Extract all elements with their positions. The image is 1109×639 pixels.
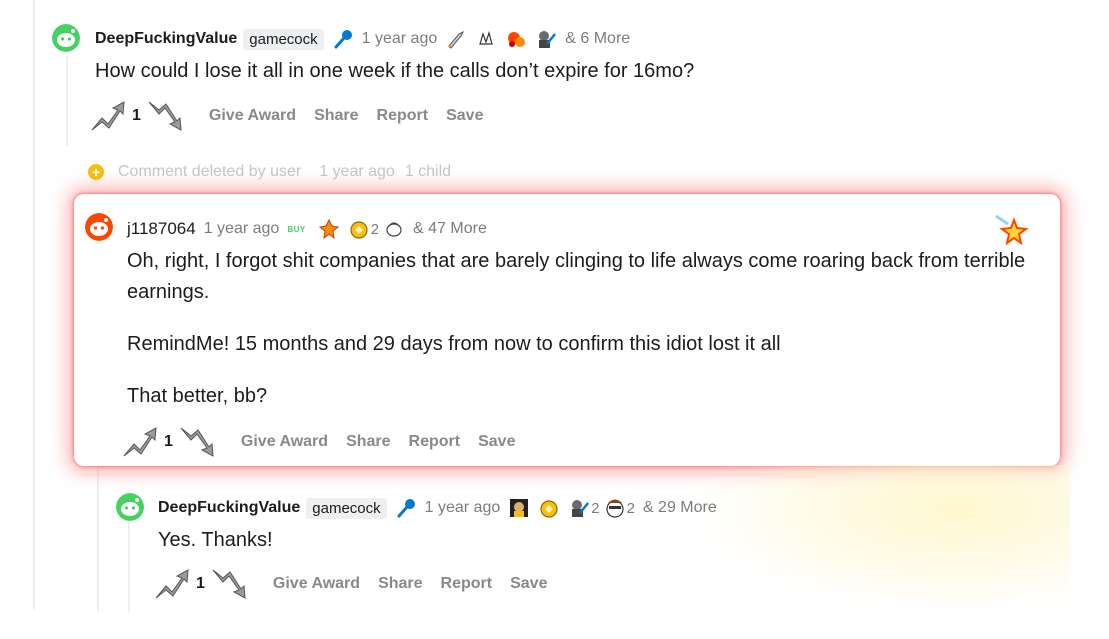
downvote-icon[interactable]	[177, 422, 217, 462]
avatar[interactable]	[52, 24, 80, 52]
silver-award-icon[interactable]	[383, 218, 405, 240]
clap-award-icon[interactable]	[475, 28, 497, 50]
save-button[interactable]: Save	[446, 107, 483, 125]
rocket-like-award-icon[interactable]	[505, 28, 527, 50]
timestamp[interactable]: 1 year ago	[425, 499, 501, 517]
gold-award-icon[interactable]	[348, 218, 370, 240]
report-button[interactable]: Report	[441, 575, 493, 593]
report-button[interactable]: Report	[409, 433, 461, 451]
vote-count: 1	[132, 107, 141, 124]
deleted-label: Comment deleted by user	[118, 163, 302, 180]
share-button[interactable]: Share	[314, 107, 358, 125]
rocket-award-icon[interactable]	[318, 218, 340, 240]
downvote-icon[interactable]	[209, 564, 249, 604]
gold-award-icon[interactable]	[538, 497, 560, 519]
comment-body: How could I lose it all in one week if t…	[95, 60, 695, 82]
vote-count: 1	[196, 575, 205, 592]
stonks-award-icon[interactable]	[535, 28, 557, 50]
give-award-button[interactable]: Give Award	[273, 575, 360, 593]
comment-paragraph: RemindMe! 15 months and 29 days from now…	[127, 333, 781, 355]
expand-icon[interactable]: +	[88, 164, 104, 180]
give-award-button[interactable]: Give Award	[209, 107, 296, 125]
report-button[interactable]: Report	[377, 107, 429, 125]
downvote-icon[interactable]	[145, 96, 185, 136]
timestamp[interactable]: 1 year ago	[204, 220, 280, 238]
face-award-icon[interactable]	[604, 497, 626, 519]
award-count: 2	[370, 220, 380, 238]
more-awards[interactable]: & 47 More	[413, 220, 487, 238]
award-count: 2	[591, 499, 600, 517]
star-award-icon	[995, 214, 1029, 246]
award-count: 2	[626, 499, 635, 517]
timestamp: 1 year ago	[319, 163, 395, 180]
upvote-icon[interactable]	[88, 96, 128, 136]
username[interactable]: j1187064	[127, 219, 196, 239]
comment-body: Yes. Thanks!	[158, 529, 273, 551]
save-button[interactable]: Save	[478, 433, 515, 451]
background-glow	[690, 465, 1070, 615]
deleted-comment: + Comment deleted by user 1 year ago 1 c…	[88, 163, 451, 181]
upvote-icon[interactable]	[152, 564, 192, 604]
comment-body: Oh, right, I forgot shit companies that …	[127, 246, 1047, 412]
child-count[interactable]: 1 child	[405, 163, 451, 181]
buy-badge: BUY	[287, 224, 306, 234]
share-button[interactable]: Share	[378, 575, 422, 593]
give-award-button[interactable]: Give Award	[241, 433, 328, 451]
timestamp[interactable]: 1 year ago	[362, 30, 438, 48]
vote-count: 1	[164, 433, 173, 450]
avatar[interactable]	[85, 213, 113, 241]
comment-paragraph: Oh, right, I forgot shit companies that …	[127, 250, 1026, 303]
stonks-award-icon[interactable]	[568, 497, 590, 519]
avatar[interactable]	[116, 493, 144, 521]
more-awards[interactable]: & 29 More	[643, 499, 717, 517]
thread-line[interactable]	[33, 0, 35, 610]
share-button[interactable]: Share	[346, 433, 390, 451]
username[interactable]: DeepFuckingValue	[95, 30, 237, 48]
user-flair: gamecock	[243, 28, 324, 50]
more-awards[interactable]: & 6 More	[565, 30, 630, 48]
rocket-award-icon[interactable]	[445, 28, 467, 50]
microphone-icon	[397, 499, 415, 518]
comment-paragraph: That better, bb?	[127, 385, 268, 407]
thread-line[interactable]	[66, 56, 68, 146]
thread-line[interactable]	[128, 522, 130, 612]
username[interactable]: DeepFuckingValue	[158, 499, 300, 517]
thread-line[interactable]	[97, 466, 99, 611]
save-button[interactable]: Save	[510, 575, 547, 593]
user-flair: gamecock	[306, 497, 387, 519]
microphone-icon	[334, 30, 352, 49]
upvote-icon[interactable]	[120, 422, 160, 462]
portrait-award-icon[interactable]	[508, 497, 530, 519]
